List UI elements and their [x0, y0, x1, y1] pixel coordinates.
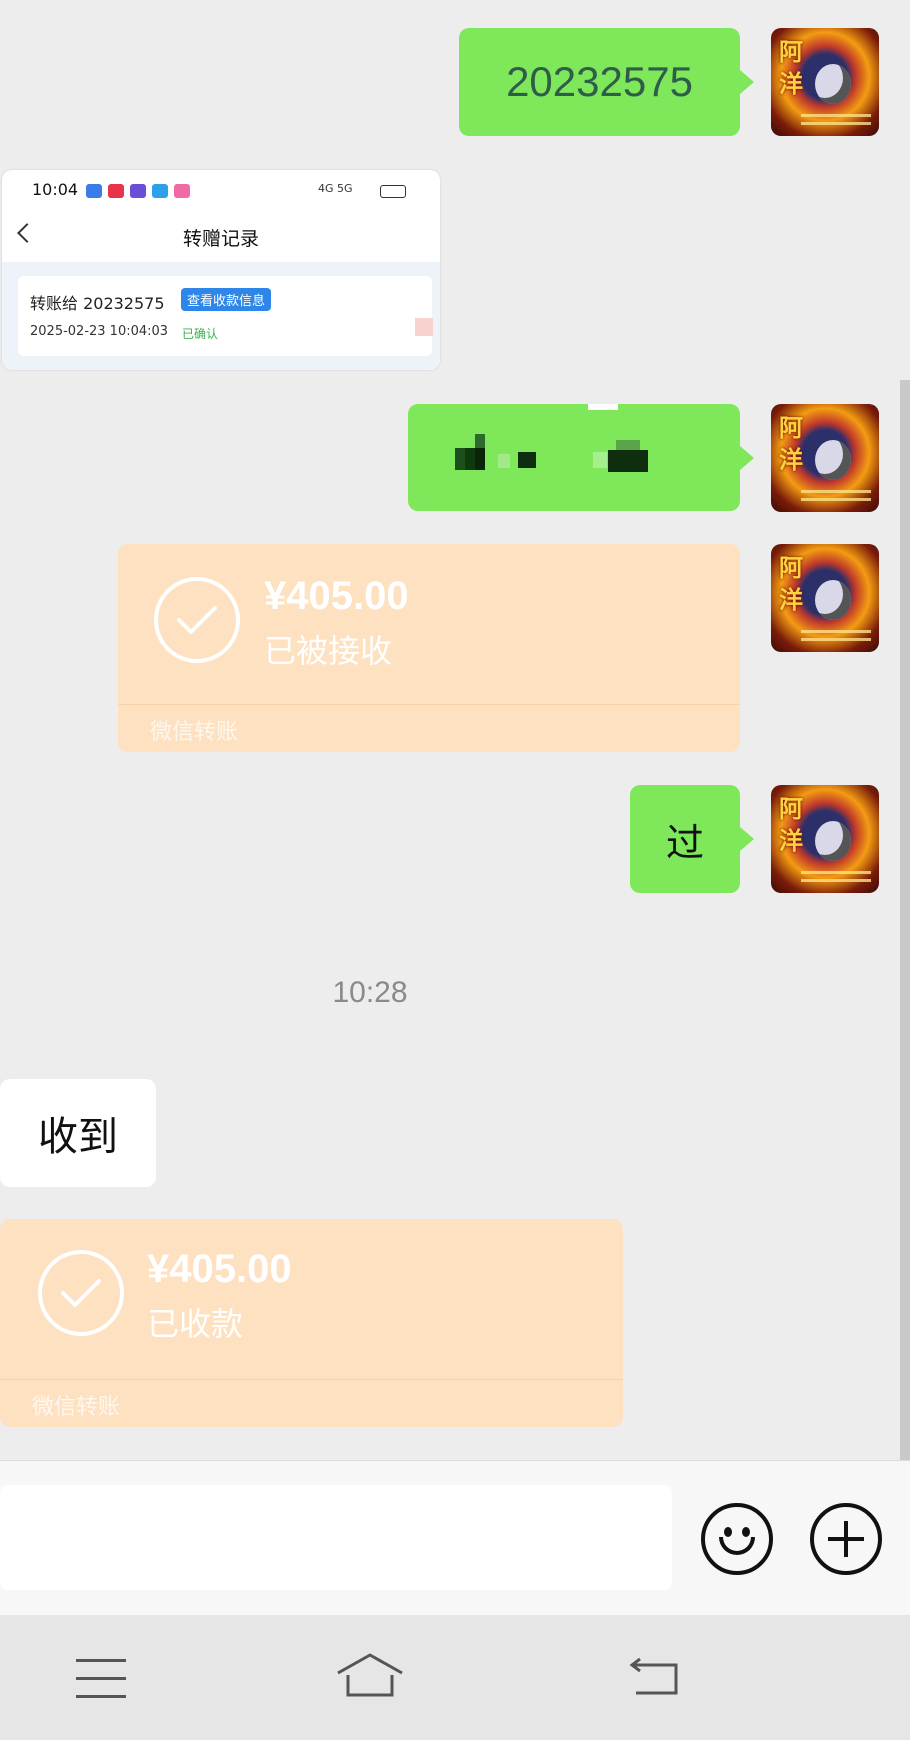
- image-record-area: 转账给 20232575 查看收款信息 2025-02-23 10:04:03 …: [2, 262, 440, 370]
- avatar-caption-line: [801, 122, 871, 125]
- app-icon: [86, 184, 102, 198]
- transfer-footer: 微信转账: [150, 720, 239, 745]
- avatar-char-bottom: 洋: [779, 826, 803, 855]
- transfer-footer: 微信转账: [32, 1395, 121, 1420]
- avatar-figure: [815, 64, 851, 104]
- message-text: 过: [665, 820, 704, 865]
- avatar[interactable]: 阿 洋: [771, 785, 879, 893]
- avatar-char-top: 阿: [779, 37, 803, 66]
- input-bar: [0, 1460, 910, 1616]
- check-circle-icon: [38, 1250, 124, 1336]
- avatar-caption-line: [801, 490, 871, 493]
- image-record-card: 转账给 20232575 查看收款信息 2025-02-23 10:04:03 …: [18, 276, 433, 356]
- app-icon: [174, 184, 190, 198]
- app-icon: [108, 184, 124, 198]
- avatar-figure: [815, 440, 851, 480]
- avatar[interactable]: 阿 洋: [771, 28, 879, 136]
- avatar[interactable]: 阿 洋: [771, 544, 879, 652]
- battery-icon: [380, 185, 406, 198]
- mosaic-redaction: [455, 404, 648, 472]
- check-circle-icon: [154, 577, 240, 663]
- avatar-caption-line: [801, 630, 871, 633]
- avatar-figure: [815, 821, 851, 861]
- chat-scrollbar[interactable]: [900, 380, 910, 1460]
- avatar-char-bottom: 洋: [779, 445, 803, 474]
- avatar-caption-line: [801, 114, 871, 117]
- transfer-status: 已收款: [147, 1305, 244, 1343]
- message-input[interactable]: [0, 1485, 672, 1590]
- image-message[interactable]: 10:04 4G 5G 转赠记录 转账给 20232575 查看收款信息 202…: [2, 170, 440, 370]
- chat-timestamp: 10:28: [332, 976, 408, 1009]
- menu-icon[interactable]: [76, 1659, 126, 1699]
- image-record-marker: [415, 318, 433, 336]
- plus-circle-icon[interactable]: [810, 1503, 882, 1575]
- avatar-char-top: 阿: [779, 794, 803, 823]
- message-bubble-sent[interactable]: 过: [630, 785, 754, 893]
- transfer-amount: ¥405.00: [147, 1247, 292, 1291]
- message-bubble-sent[interactable]: 20232575: [459, 28, 754, 136]
- transfer-status: 已被接收: [264, 632, 393, 670]
- avatar-figure: [815, 580, 851, 620]
- message-text: 20232575: [506, 58, 693, 105]
- avatar-caption-line: [801, 879, 871, 882]
- avatar-char-top: 阿: [779, 553, 803, 582]
- image-record-datetime: 2025-02-23 10:04:03: [30, 324, 169, 339]
- image-status-signal: 4G 5G: [318, 182, 353, 195]
- back-icon[interactable]: [626, 1655, 682, 1699]
- transfer-divider: [0, 1379, 623, 1380]
- transfer-card-sent[interactable]: ¥405.00 已被接收 微信转账: [118, 544, 740, 752]
- avatar-char-bottom: 洋: [779, 585, 803, 614]
- avatar-caption-line: [801, 871, 871, 874]
- transfer-divider: [118, 704, 740, 705]
- image-record-label: 转账给 20232575: [30, 294, 165, 313]
- transfer-card-received[interactable]: ¥405.00 已收款 微信转账: [0, 1219, 623, 1427]
- app-icon: [152, 184, 168, 198]
- image-record-status: 已确认: [182, 327, 219, 341]
- app-icon: [130, 184, 146, 198]
- avatar-caption-line: [801, 498, 871, 501]
- home-icon[interactable]: [334, 1651, 406, 1699]
- image-record-button: 查看收款信息: [181, 288, 272, 311]
- transfer-amount: ¥405.00: [264, 574, 409, 618]
- avatar-char-top: 阿: [779, 413, 803, 442]
- message-bubble-received[interactable]: 收到: [0, 1079, 156, 1187]
- message-text: 收到: [38, 1114, 118, 1160]
- emoji-face-icon[interactable]: [701, 1503, 773, 1575]
- image-title: 转赠记录: [182, 228, 259, 250]
- avatar[interactable]: 阿 洋: [771, 404, 879, 512]
- image-status-time: 10:04: [32, 180, 79, 199]
- avatar-caption-line: [801, 638, 871, 641]
- system-nav-bar: [0, 1615, 910, 1740]
- avatar-char-bottom: 洋: [779, 69, 803, 98]
- message-bubble-sent-mosaic[interactable]: [408, 404, 754, 511]
- image-status-bar: 10:04 4G 5G: [2, 170, 440, 210]
